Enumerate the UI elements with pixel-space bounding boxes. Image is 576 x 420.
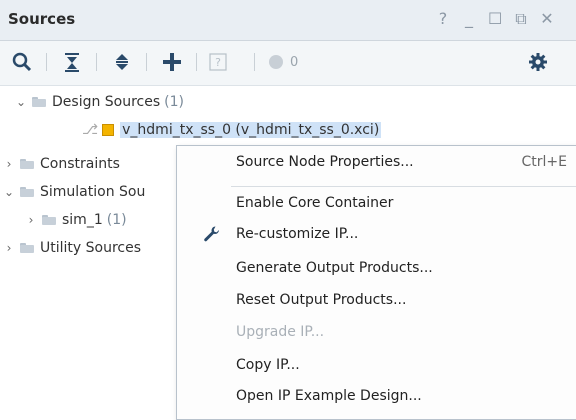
menu-item-enable-core-container[interactable]: Enable Core Container <box>177 189 576 217</box>
folder-icon <box>32 97 46 107</box>
float-icon[interactable]: ⧉ <box>514 9 528 29</box>
menu-item-label: Reset Output Products... <box>236 292 407 308</box>
menu-item-label: Open IP Example Design... <box>236 388 422 404</box>
toolbar: ? 0 <box>0 41 576 86</box>
menu-item-label: Upgrade IP... <box>236 324 325 340</box>
chevron-right-icon[interactable]: › <box>2 157 16 171</box>
tree-item-design-sources[interactable]: ⌄ Design Sources (1) <box>14 90 184 114</box>
context-menu: Source Node Properties... Ctrl+E Enable … <box>176 145 576 420</box>
tree-item-count: (1) <box>164 94 185 110</box>
menu-item-upgrade-ip: Upgrade IP... <box>177 318 576 346</box>
menu-item-generate-output-products[interactable]: Generate Output Products... <box>177 254 576 282</box>
folder-icon <box>20 159 34 169</box>
tree-item-label: sim_1 <box>62 212 103 228</box>
panel-title: Sources <box>8 10 76 28</box>
status-count: 0 <box>290 54 299 70</box>
folder-icon <box>20 187 34 197</box>
menu-item-reset-output-products[interactable]: Reset Output Products... <box>177 286 576 314</box>
tree-item-ip[interactable]: ⎇ v_hdmi_tx_ss_0 (v_hdmi_tx_ss_0.xci) <box>82 118 382 142</box>
minimize-icon[interactable]: _ <box>462 9 476 29</box>
tree-item-label: v_hdmi_tx_ss_0 (v_hdmi_tx_ss_0.xci) <box>120 122 382 138</box>
expand-all-icon <box>116 54 128 70</box>
menu-item-label: Re-customize IP... <box>236 226 359 242</box>
tree-item-utility-sources[interactable]: › Utility Sources <box>2 236 141 260</box>
panel-header: Sources ? _ ☐ ⧉ ✕ <box>0 0 576 41</box>
menu-divider <box>231 186 576 187</box>
search-icon <box>12 52 32 72</box>
collapse-all-icon <box>65 53 79 72</box>
window-controls: ? _ ☐ ⧉ ✕ <box>436 9 554 29</box>
tree-item-simulation-sources[interactable]: ⌄ Simulation Sou <box>2 180 145 204</box>
status-indicator: 0 <box>268 49 318 75</box>
tree-item-label: Simulation Sou <box>40 184 146 200</box>
tree-item-label: Design Sources <box>52 94 161 110</box>
chevron-down-icon[interactable]: ⌄ <box>2 185 16 199</box>
settings-button[interactable] <box>526 49 550 75</box>
plus-icon <box>163 53 181 71</box>
tree-item-label: Utility Sources <box>40 240 142 256</box>
add-sources-button[interactable] <box>160 49 184 75</box>
menu-item-label: Copy IP... <box>236 357 300 373</box>
maximize-icon[interactable]: ☐ <box>488 9 502 29</box>
search-button[interactable] <box>10 49 34 75</box>
menu-item-recustomize-ip[interactable]: Re-customize IP... <box>177 220 576 248</box>
hierarchy-node-icon: ⎇ <box>82 122 99 138</box>
menu-item-shortcut: Ctrl+E <box>521 154 568 170</box>
menu-item-label: Enable Core Container <box>236 195 394 211</box>
tree-item-constraints[interactable]: › Constraints <box>2 152 120 176</box>
tree-item-sim1[interactable]: › sim_1 (1) <box>24 208 127 232</box>
circle-icon <box>269 55 283 69</box>
chevron-down-icon[interactable]: ⌄ <box>14 95 28 109</box>
tree-item-count: (1) <box>106 212 127 228</box>
help-icon[interactable]: ? <box>436 9 450 29</box>
question-icon: ? <box>209 53 227 71</box>
wrench-icon <box>204 226 219 242</box>
expand-all-button[interactable] <box>110 49 134 75</box>
gear-icon <box>529 53 547 71</box>
close-icon[interactable]: ✕ <box>540 9 554 29</box>
folder-icon <box>42 215 56 225</box>
chevron-right-icon[interactable]: › <box>2 241 16 255</box>
ip-icon <box>102 124 115 136</box>
svg-text:?: ? <box>215 56 221 69</box>
collapse-all-button[interactable] <box>60 49 84 75</box>
menu-item-label: Source Node Properties... <box>236 154 414 170</box>
folder-icon <box>20 243 34 253</box>
tree-item-label: Constraints <box>40 156 120 172</box>
menu-item-open-ip-example-design[interactable]: Open IP Example Design... <box>177 382 576 410</box>
help-button[interactable]: ? <box>206 49 230 75</box>
menu-item-copy-ip[interactable]: Copy IP... <box>177 351 576 379</box>
chevron-right-icon[interactable]: › <box>24 213 38 227</box>
menu-item-label: Generate Output Products... <box>236 260 433 276</box>
menu-item-source-node-properties[interactable]: Source Node Properties... Ctrl+E <box>177 148 576 176</box>
